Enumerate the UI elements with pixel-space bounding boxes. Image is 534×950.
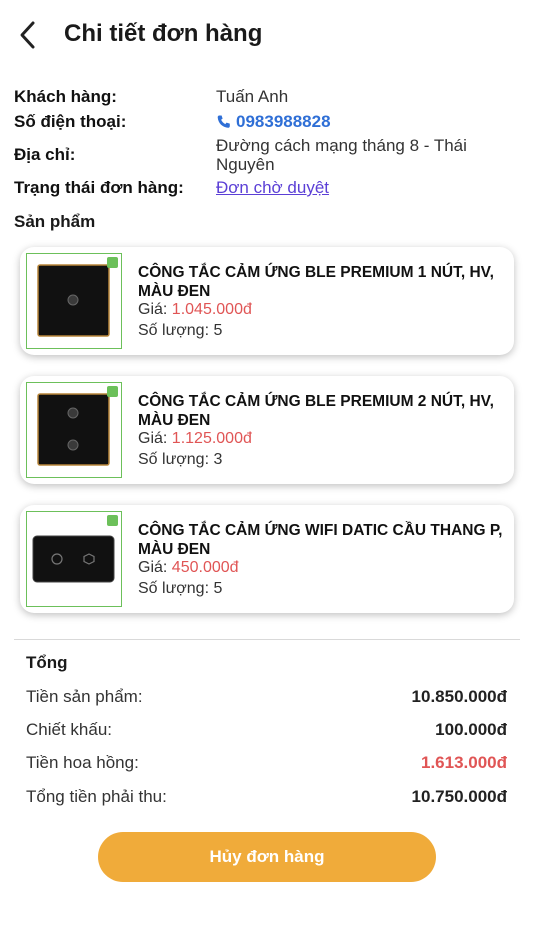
receivable-label: Tổng tiền phải thu: xyxy=(26,787,167,806)
status-label: Trạng thái đơn hàng: xyxy=(14,178,184,197)
product-quantity-value: 5 xyxy=(213,322,223,339)
product-quantity: Số lượng: 5 xyxy=(138,580,223,597)
total-row-commission: Tiền hoa hồng: 1.613.000đ xyxy=(26,753,507,775)
discount-label: Chiết khấu: xyxy=(26,720,112,739)
customer-label: Khách hàng: xyxy=(14,87,117,106)
product-price-value: 450.000đ xyxy=(171,559,239,576)
address-row: Địa chỉ: Đường cách mạng tháng 8 - Thái … xyxy=(14,136,520,176)
back-button[interactable] xyxy=(14,18,44,52)
product-name: CÔNG TẮC CẢM ỨNG BLE PREMIUM 1 NÚT, HV, … xyxy=(138,264,494,300)
home-badge-icon xyxy=(107,515,118,526)
cancel-order-button[interactable]: Hủy đơn hàng xyxy=(98,832,436,882)
status-link[interactable]: Đơn chờ duyệt xyxy=(216,178,329,197)
total-row-receivable: Tổng tiền phải thu: 10.750.000đ xyxy=(26,787,507,809)
customer-row: Khách hàng: Tuấn Anh xyxy=(14,87,520,109)
commission-value: 1.613.000đ xyxy=(420,753,507,772)
home-badge-icon xyxy=(107,386,118,397)
phone-label: Số điện thoại: xyxy=(14,112,127,131)
status-row: Trạng thái đơn hàng: Đơn chờ duyệt xyxy=(14,178,520,200)
product-quantity-value: 5 xyxy=(213,580,223,597)
phone-icon xyxy=(217,115,230,128)
product-image xyxy=(26,253,122,349)
product-price-value: 1.045.000đ xyxy=(171,301,252,318)
header: Chi tiết đơn hàng xyxy=(0,0,534,70)
divider xyxy=(14,639,520,640)
phone-value: 0983988828 xyxy=(236,112,331,131)
commission-label: Tiền hoa hồng: xyxy=(26,753,139,772)
product-name: CÔNG TẮC CẢM ỨNG WIFI DATIC CẦU THANG P,… xyxy=(138,522,503,558)
product-price: Giá: 1.045.000đ xyxy=(138,301,252,318)
page-title: Chi tiết đơn hàng xyxy=(64,20,263,47)
totals-title: Tổng xyxy=(26,653,68,672)
phone-row: Số điện thoại: 0983988828 xyxy=(14,112,520,134)
product-image xyxy=(26,382,122,478)
product-total-label: Tiền sản phẩm: xyxy=(26,687,143,706)
product-image xyxy=(26,511,122,607)
discount-value: 100.000đ xyxy=(435,720,507,739)
product-quantity: Số lượng: 3 xyxy=(138,451,223,468)
receivable-value: 10.750.000đ xyxy=(411,787,507,806)
address-label: Địa chỉ: xyxy=(14,145,76,164)
product-card[interactable]: CÔNG TẮC CẢM ỨNG BLE PREMIUM 2 NÚT, HV, … xyxy=(20,376,514,484)
product-card[interactable]: CÔNG TẮC CẢM ỨNG WIFI DATIC CẦU THANG P,… xyxy=(20,505,514,613)
product-quantity: Số lượng: 5 xyxy=(138,322,223,339)
total-row-product: Tiền sản phẩm: 10.850.000đ xyxy=(26,687,507,709)
chevron-left-icon xyxy=(20,21,35,49)
product-price: Giá: 450.000đ xyxy=(138,559,239,576)
product-total-value: 10.850.000đ xyxy=(411,687,507,706)
total-row-discount: Chiết khấu: 100.000đ xyxy=(26,720,507,742)
product-quantity-value: 3 xyxy=(213,451,223,468)
address-value: Đường cách mạng tháng 8 - Thái Nguyên xyxy=(216,136,467,174)
product-price-value: 1.125.000đ xyxy=(171,430,252,447)
product-name: CÔNG TẮC CẢM ỨNG BLE PREMIUM 2 NÚT, HV, … xyxy=(138,393,494,429)
product-price: Giá: 1.125.000đ xyxy=(138,430,252,447)
home-badge-icon xyxy=(107,257,118,268)
customer-value: Tuấn Anh xyxy=(216,87,289,106)
phone-link[interactable]: 0983988828 xyxy=(216,112,516,131)
products-section-label: Sản phẩm xyxy=(14,212,96,231)
product-card[interactable]: CÔNG TẮC CẢM ỨNG BLE PREMIUM 1 NÚT, HV, … xyxy=(20,247,514,355)
